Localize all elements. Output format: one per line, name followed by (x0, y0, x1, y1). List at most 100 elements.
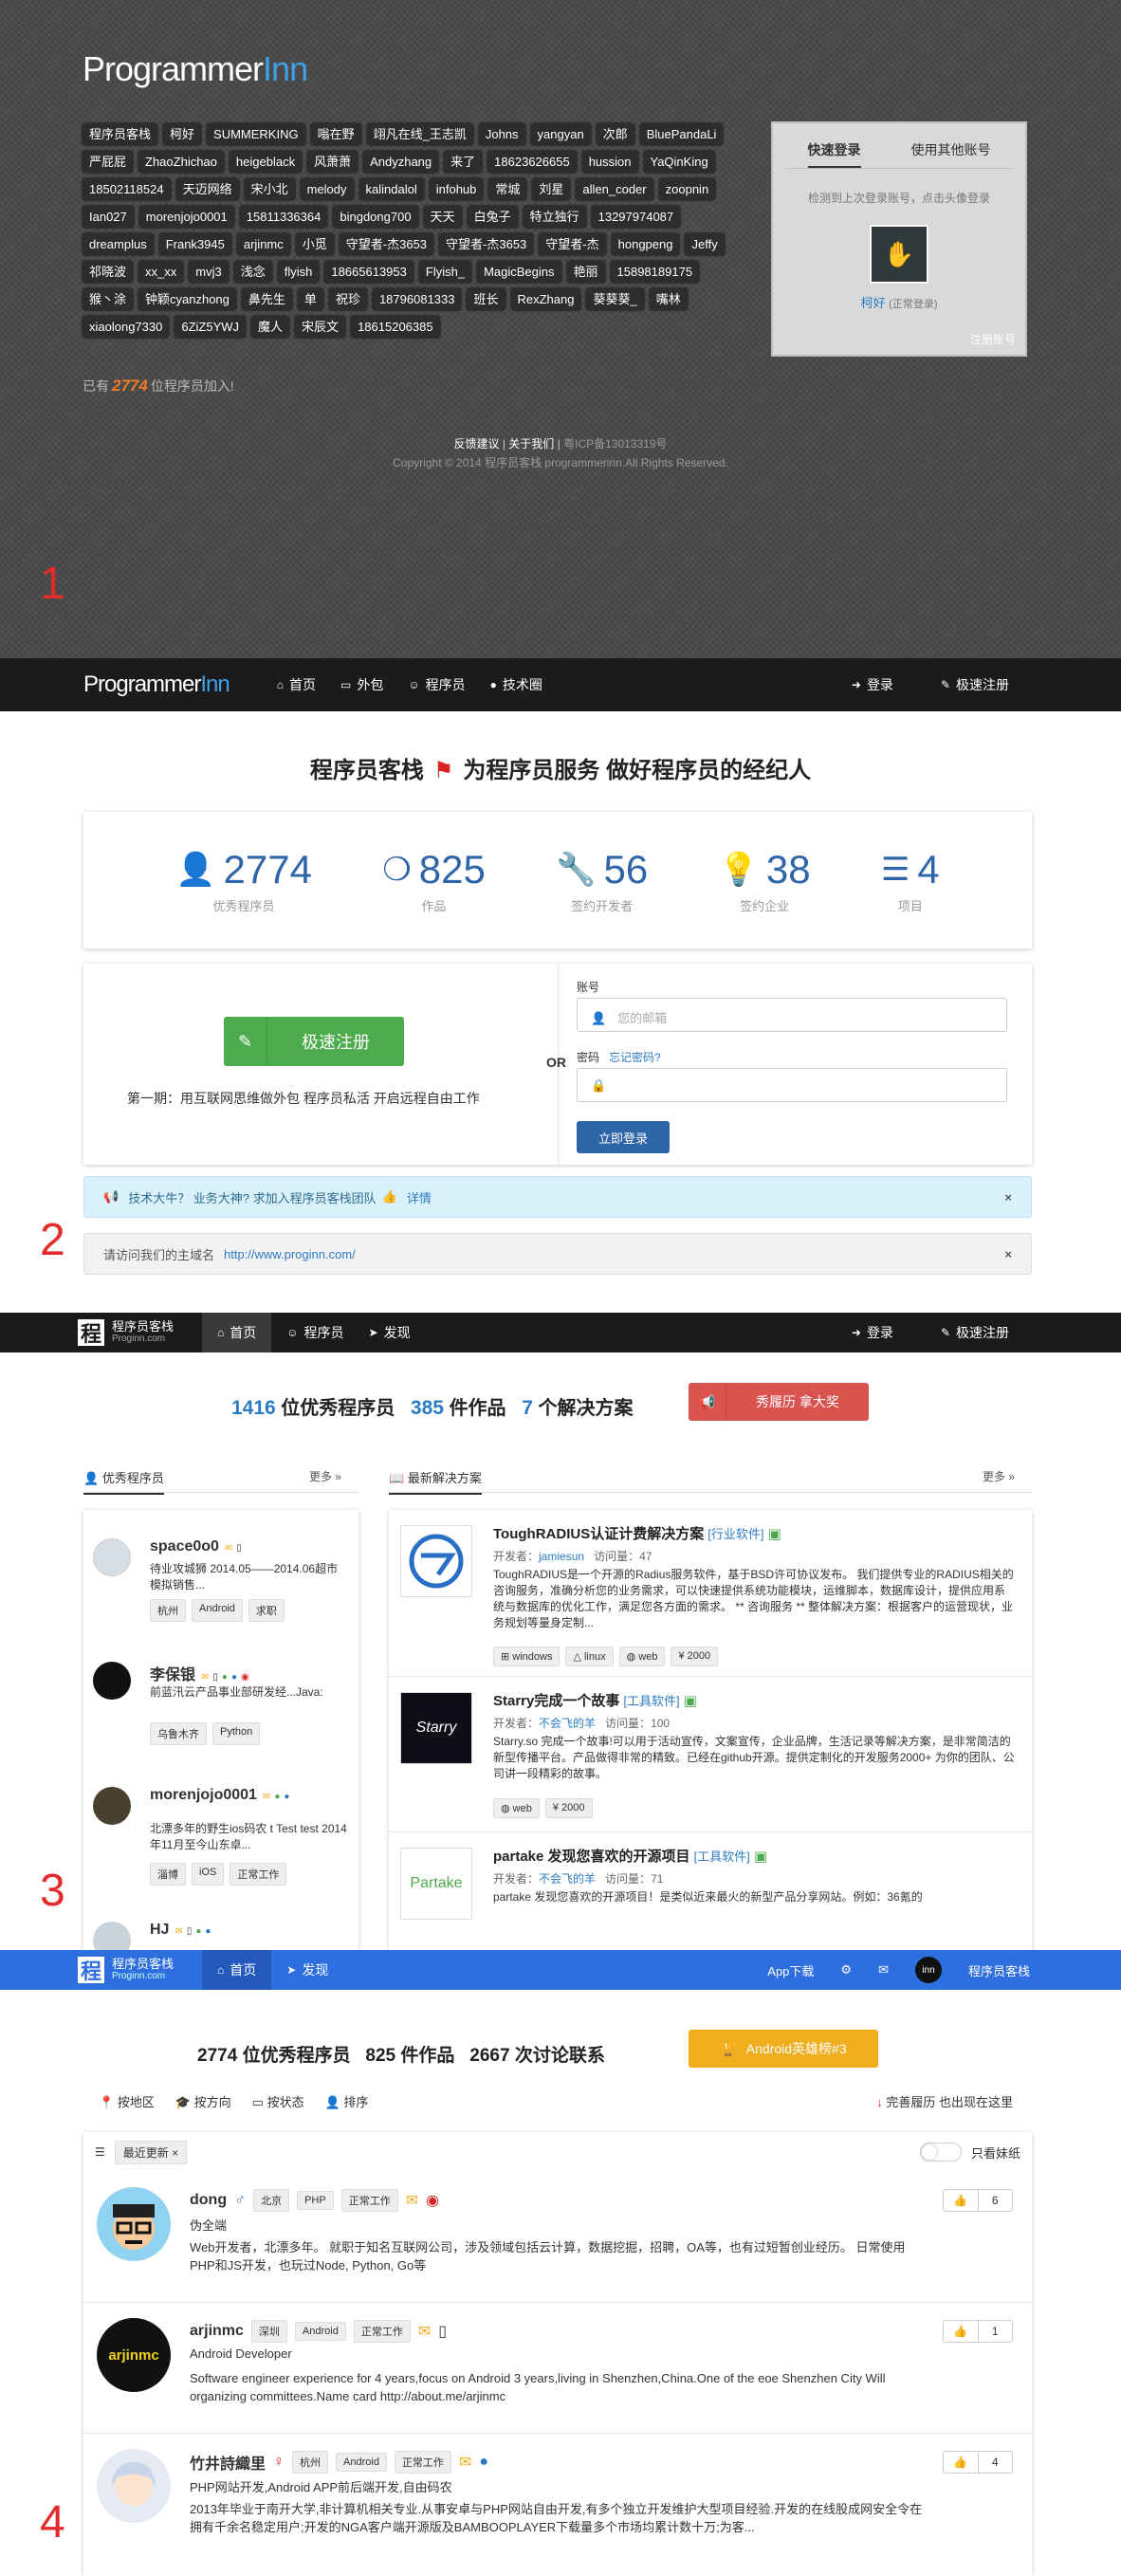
register-account-link[interactable]: 注册账号 (970, 331, 1016, 347)
user-avatar[interactable]: inn (914, 1957, 942, 1983)
solution-title[interactable]: partake 发现您喜欢的开源项目 (493, 1849, 690, 1865)
app-download-link[interactable]: App下载 (767, 1961, 814, 1979)
member-tag[interactable]: kalindalol (358, 178, 424, 200)
tag-chip[interactable]: 正常工作 (340, 2189, 398, 2212)
member-tag[interactable]: 特立独行 (523, 206, 586, 228)
member-tag[interactable]: 严屁屁 (83, 151, 134, 173)
nav-login[interactable]: ➜ 登录 (852, 1323, 893, 1342)
member-tag[interactable]: 天迈网络 (175, 178, 239, 200)
member-tag[interactable]: Jeffy (685, 233, 725, 255)
tag-chip[interactable]: Android (336, 2453, 387, 2472)
solution-category[interactable]: [工具软件] (694, 1849, 750, 1864)
member-tag[interactable]: 天天 (423, 206, 462, 228)
member-tag[interactable]: Johns (478, 123, 525, 145)
member-tag[interactable]: yangyan (530, 123, 591, 145)
member-tag[interactable]: 嗡在野 (310, 123, 361, 145)
platform-chip[interactable]: ⊞ windows (493, 1647, 560, 1666)
tab-other-account[interactable]: 使用其他账号 (911, 140, 991, 168)
solution-category[interactable]: [行业软件] (708, 1527, 763, 1541)
nav-home[interactable]: ⌂ 首页 (202, 1950, 272, 1990)
member-tag[interactable]: 班长 (467, 288, 505, 310)
member-tag[interactable]: 15898189175 (610, 261, 700, 283)
nav-register[interactable]: ✎ 极速注册 (941, 675, 1009, 694)
table-row[interactable]: arjinmc arjinmc 深圳 Android 正常工作 ✉ ▯ Android D… (83, 2303, 1032, 2434)
member-tag[interactable]: 15811336364 (239, 206, 328, 228)
member-tag[interactable]: SUMMERKING (207, 123, 305, 145)
nav-programmers[interactable]: ☺ 程序员 (286, 1323, 343, 1342)
sort-pill[interactable]: 最近更新 × (114, 2140, 188, 2164)
dev-name[interactable]: 竹井詩織里 (190, 2451, 266, 2474)
member-tag[interactable]: melody (300, 178, 354, 200)
tag-chip[interactable]: iOS (192, 1863, 225, 1886)
nav-logo[interactable]: 程程序员客栈 Proginn.com (78, 1319, 174, 1346)
tag-chip[interactable]: 深圳 (250, 2320, 287, 2343)
member-tag[interactable]: RexZhang (510, 288, 581, 310)
member-tag[interactable]: 18623626655 (487, 151, 577, 173)
domain-link[interactable]: http://www.proginn.com/ (224, 1247, 356, 1261)
member-tag[interactable]: 鼻先生 (241, 288, 292, 310)
member-tag[interactable]: 嘴林 (649, 288, 688, 310)
tag-chip[interactable]: Android (294, 2322, 346, 2341)
solution-title[interactable]: Starry完成一个故事 (493, 1693, 619, 1709)
member-tag[interactable]: 常城 (488, 178, 527, 200)
member-tag[interactable]: 18502118524 (83, 178, 171, 200)
about-link[interactable]: 关于我们 (508, 437, 554, 451)
member-tag[interactable]: dreamplus (83, 233, 154, 255)
solution-item[interactable]: Partake partake 发现您喜欢的开源项目 [工具软件] ▣ 开发者：不… (389, 1832, 1032, 1950)
filter-region[interactable]: 📍 按地区 (99, 2092, 155, 2110)
user-avatar[interactable]: ✋ (870, 225, 928, 284)
member-tag[interactable]: 18665613953 (324, 261, 413, 283)
member-tag[interactable]: morenjojo0001 (138, 206, 234, 228)
member-tag[interactable]: 宋小北 (244, 178, 295, 200)
platform-chip[interactable]: ◍ web (618, 1647, 666, 1666)
member-tag[interactable]: 守望者-杰3653 (339, 233, 434, 255)
nav-programmers[interactable]: ☺ 程序员 (408, 675, 465, 694)
filter-sort[interactable]: 👤 排序 (325, 2092, 369, 2110)
more-link[interactable]: 更多 » (983, 1468, 1015, 1484)
member-tag[interactable]: hussion (581, 151, 638, 173)
list-item[interactable]: space0o0 ✉ ▯ 待业攻城狮 2014.05——2014.06超市模拟销售.… (93, 1538, 349, 1652)
member-tag[interactable]: 翊凡在线_王志凯 (366, 123, 473, 145)
nav-logo[interactable]: ProgrammerInn (83, 672, 230, 698)
tag-chip[interactable]: 乌鲁木齐 (150, 1722, 207, 1745)
dev-name[interactable]: HJ (150, 1922, 169, 1938)
show-resume-button[interactable]: 📢 秀履历 拿大奖 (689, 1383, 869, 1421)
member-tag[interactable]: Flyish_ (418, 261, 472, 283)
nav-register[interactable]: ✎ 极速注册 (941, 1323, 1009, 1342)
tab-quick-login[interactable]: 快速登录 (807, 140, 861, 168)
like-button[interactable]: 👍 1 (943, 2320, 1013, 2343)
member-tag[interactable]: 白兔子 (467, 206, 518, 228)
platform-chip[interactable]: ◍ web (493, 1798, 540, 1818)
gear-icon[interactable]: ⚙ (840, 1962, 852, 1978)
user-name-link[interactable]: 程序员客栈 (968, 1961, 1030, 1979)
tag-chip[interactable]: 杭州 (150, 1599, 186, 1622)
tag-chip[interactable]: 正常工作 (353, 2320, 411, 2343)
dev-name[interactable]: arjinmc (190, 2323, 244, 2340)
tag-chip[interactable]: Python (212, 1722, 261, 1745)
member-tag[interactable]: 6ZiZ5YWJ (175, 316, 247, 338)
member-tag[interactable]: 猴丶涂 (83, 288, 134, 310)
nav-logo[interactable]: 程程序员客栈 Proginn.com (78, 1957, 174, 1983)
tag-chip[interactable]: Android (192, 1599, 243, 1622)
mail-icon[interactable]: ✉ (878, 1962, 889, 1978)
dev-name[interactable]: dong (190, 2192, 227, 2209)
member-tag[interactable]: 单 (297, 288, 323, 310)
site-logo[interactable]: ProgrammerInn (83, 49, 308, 89)
member-tag[interactable]: 小觅 (295, 233, 334, 255)
dev-link[interactable]: jamiesun (539, 1550, 584, 1563)
nav-login[interactable]: ➜ 登录 (852, 675, 893, 694)
dev-name[interactable]: space0o0 (150, 1538, 219, 1555)
solution-title[interactable]: ToughRADIUS认证计费解决方案 (493, 1526, 704, 1542)
filter-direction[interactable]: 🎓 按方向 (175, 2092, 231, 2110)
member-tag[interactable]: 宋辰文 (295, 316, 346, 338)
feedback-link[interactable]: 反馈建议 (453, 437, 499, 451)
tag-chip[interactable]: 淄博 (150, 1863, 186, 1886)
list-item[interactable]: 李保银 ✉ ▯ ● ● ◉ 前蓝汛云产品事业部研发经...Java: 乌鲁木齐 Python (93, 1662, 349, 1776)
nav-outsource[interactable]: ▭ 外包 (340, 675, 383, 694)
account-input[interactable]: 👤 您的邮箱 (577, 998, 1007, 1032)
login-button[interactable]: 立即登录 (577, 1121, 670, 1153)
member-tag[interactable]: 魔人 (251, 316, 290, 338)
member-tag[interactable]: MagicBegins (477, 261, 561, 283)
member-tag[interactable]: Frank3945 (158, 233, 231, 255)
member-tag[interactable]: Ian027 (83, 206, 134, 228)
